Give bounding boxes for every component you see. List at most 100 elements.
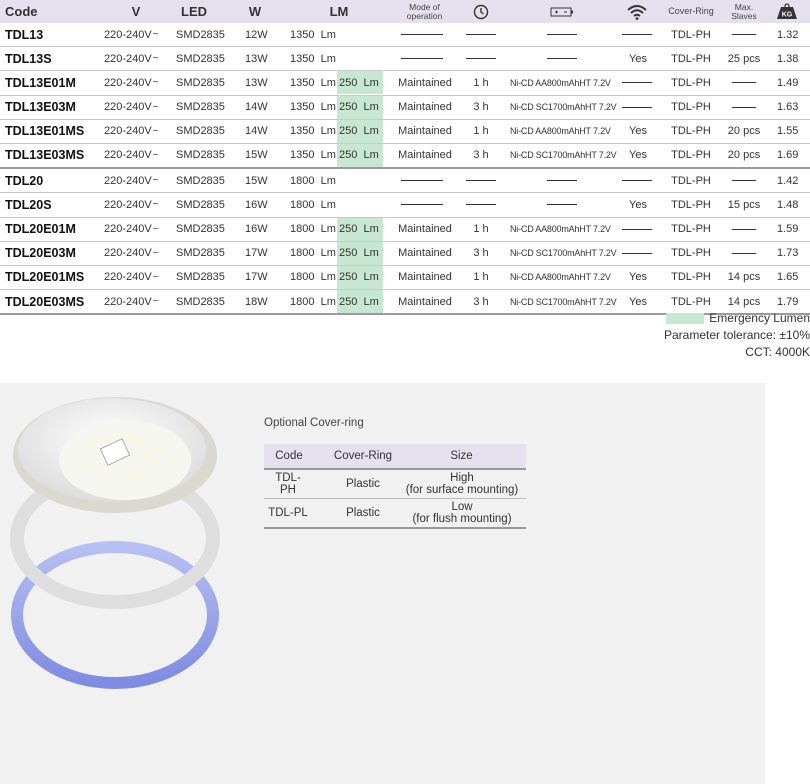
voltage: 220-240V ~ xyxy=(104,149,159,162)
weight: 1.38 xyxy=(777,52,799,65)
empty-dash xyxy=(466,58,496,60)
voltage: 220-240V ~ xyxy=(104,174,159,187)
wattage: 18W xyxy=(245,295,268,308)
led-type: SMD2835 xyxy=(176,271,225,284)
legend-tolerance: Parameter tolerance: ±10% xyxy=(664,328,810,342)
spec-table-header: Code V LED W LM Mode of operation Cover-… xyxy=(0,0,810,23)
ring-cover: Plastic xyxy=(346,478,380,490)
lumen: 1800 Lm xyxy=(290,198,336,211)
svg-text:KG: KG xyxy=(782,12,793,19)
header-cover-ring: Cover-Ring xyxy=(668,6,714,16)
empty-dash xyxy=(732,34,756,35)
table-row: TDL13E01MS 220-240V ~ SMD2835 14W 1350 Lm 250 … xyxy=(0,119,810,144)
empty-dash xyxy=(466,204,496,206)
lumen: 1350 Lm xyxy=(290,52,336,65)
weight: 1.73 xyxy=(777,247,799,260)
cover-ring: TDL-PH xyxy=(671,247,711,260)
ring-row: TDL-PL Plastic Low (for flush mounting) xyxy=(264,499,526,529)
led-type: SMD2835 xyxy=(176,247,225,260)
led-type: SMD2835 xyxy=(176,101,225,114)
mode-of-operation: Maintained xyxy=(398,101,452,114)
wireless: Yes xyxy=(629,198,647,211)
empty-dash xyxy=(401,58,443,60)
max-slaves: 25 pcs xyxy=(727,52,761,65)
empty-dash xyxy=(547,58,577,60)
duration: 1 h xyxy=(473,223,489,235)
product-code: TDL13E03M xyxy=(5,100,76,115)
wattage: 17W xyxy=(245,247,268,260)
battery: Ni-CD SC1700mAhHT 7.2V xyxy=(510,248,617,259)
lumen: 1350 Lm xyxy=(290,28,336,41)
product-code: TDL20 xyxy=(5,173,44,188)
empty-dash xyxy=(622,180,652,182)
wattage: 16W xyxy=(245,223,268,235)
emergency-lumen: 250 Lm xyxy=(339,149,379,162)
duration: 1 h xyxy=(473,271,489,284)
mode-of-operation: Maintained xyxy=(398,223,452,235)
emergency-lumen: 250 Lm xyxy=(339,247,379,260)
voltage: 220-240V ~ xyxy=(104,28,159,41)
ring-code: TDL-PL xyxy=(268,507,308,519)
led-type: SMD2835 xyxy=(176,28,225,41)
voltage: 220-240V ~ xyxy=(104,198,159,211)
emergency-lumen: 250 Lm xyxy=(339,101,379,114)
voltage: 220-240V ~ xyxy=(104,125,159,138)
empty-dash xyxy=(622,252,652,254)
led-type: SMD2835 xyxy=(176,76,225,89)
led-type: SMD2835 xyxy=(176,149,225,162)
empty-dash xyxy=(466,34,496,35)
cover-ring: TDL-PH xyxy=(671,28,711,41)
weight-icon: KG xyxy=(774,0,800,23)
wireless: Yes xyxy=(629,125,647,138)
ring-size: Low (for flush mounting) xyxy=(412,501,512,525)
legend-emergency: Emergency Lumen xyxy=(664,310,810,327)
lumen: 1800 Lm xyxy=(290,295,336,308)
product-code: TDL20E01MS xyxy=(5,270,85,285)
table-row: TDL20E01MS 220-240V ~ SMD2835 17W 1800 Lm 250 … xyxy=(0,265,810,291)
empty-dash xyxy=(401,34,443,35)
header-code: Code xyxy=(5,4,38,19)
ring-header-code: Code xyxy=(275,450,303,462)
voltage: 220-240V ~ xyxy=(104,271,159,284)
legend: Emergency Lumen Parameter tolerance: ±10… xyxy=(664,310,810,361)
led-type: SMD2835 xyxy=(176,125,225,138)
legend-cct: CCT: 4000K xyxy=(745,345,810,359)
cover-ring-table: Code Cover-Ring Size TDL-PH Plastic High… xyxy=(264,444,526,529)
voltage: 220-240V ~ xyxy=(104,295,159,308)
mode-of-operation: Maintained xyxy=(398,76,452,89)
voltage: 220-240V ~ xyxy=(104,101,159,114)
cover-ring: TDL-PH xyxy=(671,198,711,211)
empty-dash xyxy=(732,252,756,254)
lumen: 1350 Lm xyxy=(290,149,336,162)
product-image xyxy=(10,397,220,689)
product-code: TDL13 xyxy=(5,27,44,42)
cover-ring: TDL-PH xyxy=(671,223,711,235)
wattage: 15W xyxy=(245,174,268,187)
wifi-icon xyxy=(624,0,650,23)
emergency-lumen: 250 Lm xyxy=(339,125,379,138)
spec-table: Code V LED W LM Mode of operation Cover-… xyxy=(0,0,810,316)
weight: 1.49 xyxy=(777,76,799,89)
max-slaves: 20 pcs xyxy=(727,149,761,162)
empty-dash xyxy=(622,34,652,35)
battery: Ni-CD AA800mAhHT 7.2V xyxy=(510,77,611,88)
product-code: TDL13E01M xyxy=(5,75,76,90)
header-lumen: LM xyxy=(329,4,349,19)
cover-ring: TDL-PH xyxy=(671,52,711,65)
cover-ring-table-header: Code Cover-Ring Size xyxy=(264,444,526,470)
table-row: TDL13S 220-240V ~ SMD2835 13W 1350 Lm Yes TDL-P… xyxy=(0,47,810,72)
table-row: TDL20E01M 220-240V ~ SMD2835 16W 1800 Lm 250 L… xyxy=(0,217,810,242)
table-row: TDL13E01M 220-240V ~ SMD2835 13W 1350 Lm 250 L… xyxy=(0,71,810,96)
voltage: 220-240V ~ xyxy=(104,223,159,235)
table-row: TDL13E03M 220-240V ~ SMD2835 14W 1350 Lm 250 L… xyxy=(0,95,810,120)
product-code: TDL20E03M xyxy=(5,246,76,261)
battery-icon xyxy=(548,0,576,23)
battery: Ni-CD SC1700mAhHT 7.2V xyxy=(510,150,617,161)
led-type: SMD2835 xyxy=(176,174,225,187)
product-code: TDL20S xyxy=(5,197,52,212)
lumen: 1800 Lm xyxy=(290,223,336,235)
duration: 1 h xyxy=(473,76,489,89)
lumen: 1800 Lm xyxy=(290,247,336,260)
mode-of-operation: Maintained xyxy=(398,125,452,138)
empty-dash xyxy=(547,180,577,182)
